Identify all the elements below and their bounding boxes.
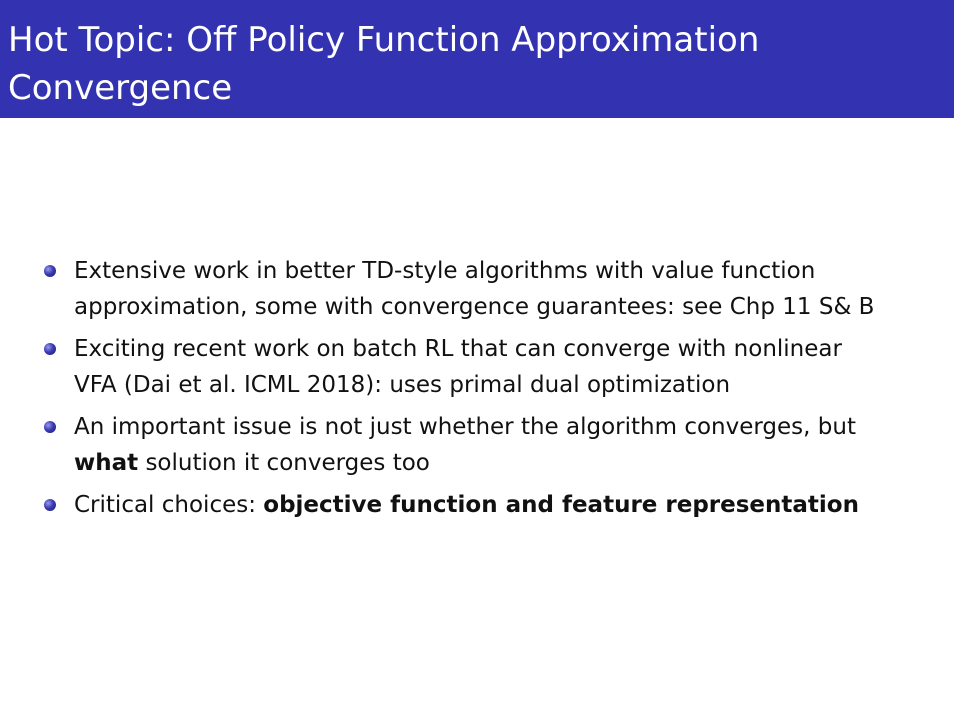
bullet-ball-icon [44, 265, 56, 277]
bullet-ball-icon [44, 421, 56, 433]
slide-title-line-2: Convergence [8, 68, 233, 108]
slide-title-line-1: Hot Topic: Off Policy Function Approxima… [8, 20, 760, 60]
bullet-3-emphasis: what [74, 450, 139, 476]
bullet-3-line-2-rest: solution it converges too [138, 450, 430, 476]
bullet-4-line-1: Critical choices: objective function and… [74, 487, 934, 523]
bullet-ball-icon [44, 343, 56, 355]
bullet-3-line-1: An important issue is not just whether t… [74, 414, 856, 440]
bullet-1-line-2: approximation, some with convergence gua… [74, 294, 875, 320]
bullet-4-plain: Critical choices: [74, 492, 264, 518]
bullet-ball-icon [44, 499, 56, 511]
bullet-item-1: Extensive work in better TD-style algori… [44, 253, 934, 325]
bullet-2-line-2: VFA (Dai et al. ICML 2018): uses primal … [74, 372, 731, 398]
slide: Hot Topic: Off Policy Function Approxima… [0, 0, 954, 722]
bullet-list: Extensive work in better TD-style algori… [44, 253, 934, 529]
bullet-2-line-1: Exciting recent work on batch RL that ca… [74, 336, 842, 362]
bullet-3-line-2: what solution it converges too [74, 445, 934, 481]
bullet-item-2: Exciting recent work on batch RL that ca… [44, 331, 934, 403]
bullet-item-4: Critical choices: objective function and… [44, 487, 934, 523]
bullet-1-line-1: Extensive work in better TD-style algori… [74, 258, 816, 284]
bullet-4-emphasis: objective function and feature represent… [263, 492, 859, 518]
bullet-item-3: An important issue is not just whether t… [44, 409, 934, 481]
title-bar: Hot Topic: Off Policy Function Approxima… [0, 0, 954, 118]
